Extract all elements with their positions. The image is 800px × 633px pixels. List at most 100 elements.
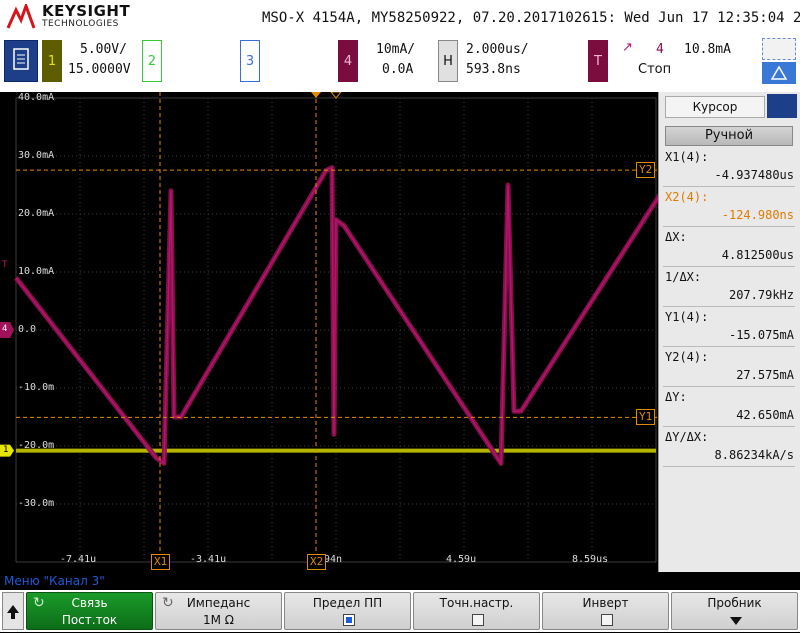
y-tick-label: 30.0mA xyxy=(18,150,55,161)
refresh-icon: ↻ xyxy=(33,595,45,611)
horizontal-button[interactable]: H xyxy=(438,40,458,82)
trigger-edge-icon: ↗ xyxy=(622,40,633,55)
delay-marker-icon xyxy=(330,92,342,99)
cursor-select-button[interactable] xyxy=(762,38,796,60)
ch1-trace xyxy=(16,448,656,453)
trigger-button[interactable]: T xyxy=(588,40,608,82)
down-arrow-icon xyxy=(729,617,742,625)
refresh-icon: ↻ xyxy=(162,595,174,611)
softkey-5[interactable]: Инверт xyxy=(542,592,669,630)
softkey-label: Инверт xyxy=(582,596,629,610)
ch1-offset: 15.0000V xyxy=(68,62,131,77)
ch1-scale: 5.00V/ xyxy=(80,42,127,57)
cursor-readout-label: X1(4): xyxy=(665,150,709,164)
cursor-readout-label: Y1(4): xyxy=(665,310,709,324)
cursor-readout-value: 8.86234kA/s xyxy=(714,448,794,462)
cursor-readout-label: 1/ΔX: xyxy=(665,270,702,284)
checkbox xyxy=(600,614,613,626)
delta-icon xyxy=(770,65,788,80)
softkey-label: Пробник xyxy=(707,596,762,610)
cursor-mode-button[interactable]: Ручной xyxy=(665,126,793,146)
menu-book-button[interactable] xyxy=(4,40,38,82)
y-tick-label: 0.0 xyxy=(18,324,37,335)
softkey-3[interactable]: Предел ПП xyxy=(284,592,411,630)
ch4-trace xyxy=(14,165,658,466)
divider xyxy=(663,426,795,427)
softkey-value: 1M Ω xyxy=(203,613,234,627)
up-arrow-icon xyxy=(7,605,19,619)
waveform-display[interactable]: 40.0mA 30.0mA 20.0mA 10.0mA 0.0 -10.0m -20.0m -… xyxy=(0,92,658,570)
cursor-readout-value: -124.980ns xyxy=(721,208,794,222)
ch4-marker-label: 4 xyxy=(2,324,8,334)
divider xyxy=(663,346,795,347)
y-tick-label: 40.0mA xyxy=(18,92,55,103)
divider xyxy=(663,266,795,267)
trigger-level: 10.8mA xyxy=(684,42,731,57)
cursor-readout-value: -15.075mA xyxy=(728,328,794,342)
cursor-readout-value: 207.79kHz xyxy=(728,288,794,302)
cursor-readout-label: ΔY/ΔX: xyxy=(665,430,709,444)
checkbox xyxy=(342,614,355,626)
instrument-info: MSO-X 4154A, MY58250922, 07.20.201710261… xyxy=(262,10,800,26)
softkey-label: Предел ПП xyxy=(312,596,383,610)
softkey-2[interactable]: Импеданс 1M Ω ↻ xyxy=(155,592,282,630)
cursor-y1-tag[interactable]: Y1 xyxy=(636,409,656,426)
y-tick-label: 10.0mA xyxy=(18,266,55,277)
delta-cursor-button[interactable] xyxy=(762,62,796,84)
softkey-label: Точн.настр. xyxy=(439,596,514,610)
book-icon xyxy=(13,48,29,70)
ch4-offset: 0.0A xyxy=(382,62,414,77)
panel-side-tab[interactable] xyxy=(767,94,797,118)
cursor-x1-tag[interactable]: X1 xyxy=(151,554,171,570)
y-tick-label: -10.0m xyxy=(18,382,55,393)
cursor-readout-label: Y2(4): xyxy=(665,350,709,364)
channel-2-button[interactable]: 2 xyxy=(142,40,162,82)
x-tick-label: 8.59us xyxy=(572,554,609,565)
softkey-bar: Связь Пост.ток ↻ Импеданс 1M Ω ↻ Предел ПП Точн… xyxy=(0,590,800,632)
channel-1-button[interactable]: 1 xyxy=(42,40,62,82)
menu-title: Меню "Канал 3" xyxy=(4,574,105,588)
x-tick-label: 4.59u xyxy=(446,554,477,565)
checkbox xyxy=(471,614,484,626)
trigger-level-marker: T xyxy=(2,260,8,271)
keysight-logo-icon xyxy=(6,4,36,29)
channel-4-button[interactable]: 4 xyxy=(338,40,358,82)
softkey-4[interactable]: Точн.настр. xyxy=(413,592,540,630)
softkey-6[interactable]: Пробник xyxy=(671,592,798,630)
ch4-scale: 10mA/ xyxy=(376,42,416,57)
channel-bar: 1 5.00V/ 15.0000V 2 3 4 10mA/ 0.0A H 2.0… xyxy=(0,36,800,92)
cursor-panel: Курсор Ручной X1(4): -4.937480us X2(4): -12… xyxy=(658,92,800,572)
checkbox-mark xyxy=(345,617,352,623)
y-tick-label: 20.0mA xyxy=(18,208,55,219)
trigger-source: 4 xyxy=(656,42,664,57)
cursor-readout-value: -4.937480us xyxy=(714,168,794,182)
cursor-readout-value: 42.650mA xyxy=(736,408,794,422)
divider xyxy=(663,186,795,187)
x-tick-label: -3.41u xyxy=(190,554,227,565)
back-button[interactable] xyxy=(2,592,24,630)
divider xyxy=(663,466,795,467)
y-tick-label: -30.0m xyxy=(18,498,55,509)
divider xyxy=(663,306,795,307)
graticule xyxy=(0,92,658,570)
horizontal-delay: 593.8ns xyxy=(466,62,521,77)
cursor-y2-tag[interactable]: Y2 xyxy=(636,162,656,179)
cursor-readout-value: 4.812500us xyxy=(721,248,794,262)
ch1-marker-label: 1 xyxy=(3,444,9,455)
cursor-readout-label: X2(4): xyxy=(665,190,709,204)
softkey-label: Импеданс xyxy=(186,596,251,610)
y-tick-label: -20.0m xyxy=(18,440,55,451)
cursor-x2-tag[interactable]: X2 xyxy=(307,554,327,570)
softkey-1[interactable]: Связь Пост.ток ↻ xyxy=(26,592,153,630)
header-bar: KEYSIGHT TECHNOLOGIES MSO-X 4154A, MY582… xyxy=(0,0,800,36)
horizontal-scale: 2.000us/ xyxy=(466,42,529,57)
tab-cursor[interactable]: Курсор xyxy=(665,96,765,118)
cursor-readout-value: 27.575mA xyxy=(736,368,794,382)
channel-3-button[interactable]: 3 xyxy=(240,40,260,82)
cursor-readout-label: ΔX: xyxy=(665,230,687,244)
softkey-label: Связь xyxy=(71,596,108,610)
run-status: Стоп xyxy=(638,62,672,77)
divider xyxy=(663,226,795,227)
divider xyxy=(663,386,795,387)
cursor-readout-label: ΔY: xyxy=(665,390,687,404)
